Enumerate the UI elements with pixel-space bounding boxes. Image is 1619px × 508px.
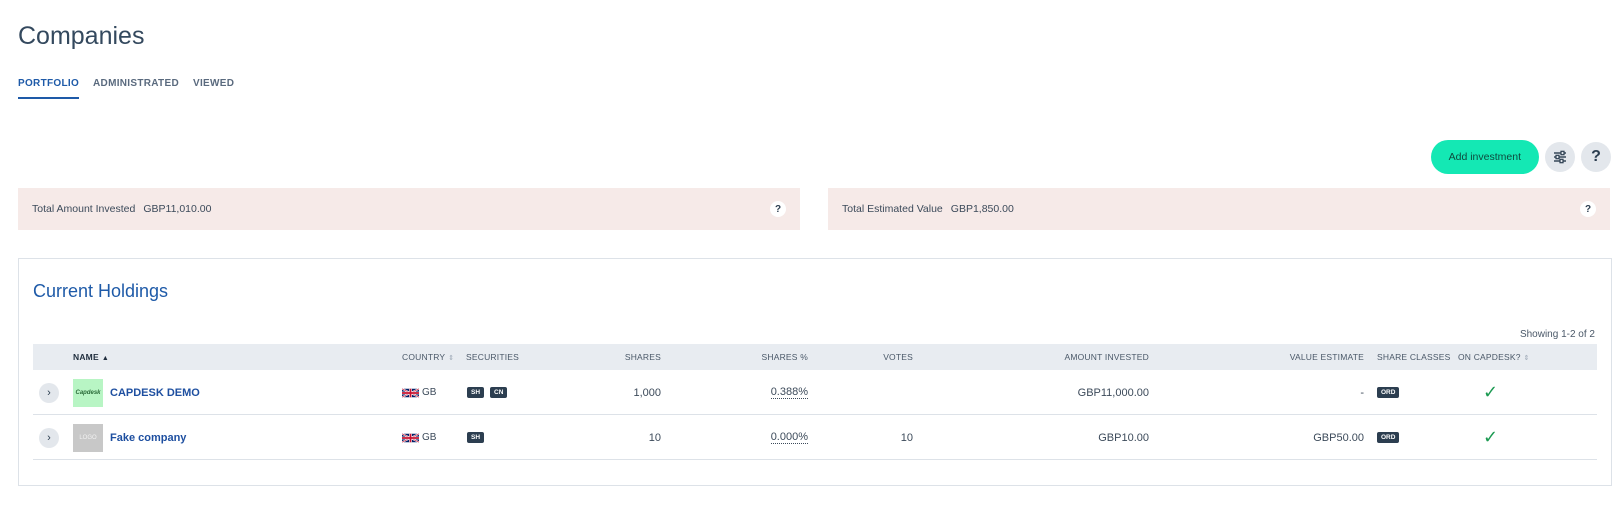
- tab-portfolio[interactable]: PORTFOLIO: [18, 76, 80, 99]
- help-button[interactable]: ?: [1581, 142, 1611, 172]
- column-on-capdesk[interactable]: ON CAPDESK? ⇕: [1458, 352, 1530, 362]
- votes-value: [823, 370, 913, 415]
- amount-invested-value: GBP10.00: [1098, 431, 1149, 444]
- tab-bar: PORTFOLIO ADMINISTRATED VIEWED: [18, 76, 248, 99]
- column-share-classes: SHARE CLASSES: [1377, 352, 1451, 362]
- company-logo: LOGO: [73, 423, 103, 452]
- total-invested-label: Total Amount Invested: [32, 203, 136, 215]
- security-badge: SH: [467, 387, 485, 398]
- checkmark-icon: ✓: [1483, 427, 1499, 447]
- column-amount-invested: AMOUNT INVESTED: [1064, 352, 1149, 362]
- column-shares-pct: SHARES %: [761, 352, 808, 362]
- security-badge: SH: [467, 432, 485, 443]
- shares-value: 1,000: [633, 386, 661, 399]
- company-name-link[interactable]: CAPDESK DEMO: [110, 387, 200, 399]
- column-securities: SECURITIES: [466, 352, 520, 362]
- votes-value: 10: [900, 431, 913, 444]
- total-estimated-label: Total Estimated Value: [842, 203, 943, 215]
- company-name-link[interactable]: Fake company: [110, 432, 186, 444]
- total-estimated-panel: Total Estimated Value GBP1,850.00 ?: [828, 188, 1610, 230]
- column-votes: VOTES: [883, 352, 913, 362]
- value-estimate-value: -: [1360, 386, 1364, 399]
- amount-invested-value: GBP11,000.00: [1077, 386, 1149, 399]
- total-estimated-value: GBP1,850.00: [950, 203, 1014, 215]
- help-icon[interactable]: ?: [770, 201, 786, 217]
- page-title: Companies: [18, 22, 145, 50]
- table-row: › Capdesk CAPDESK DEMO GB SH CN 1,000 0.…: [33, 370, 1597, 415]
- holdings-table: NAME ▲ COUNTRY ⇕ SECURITIES SHARES SHARES …: [33, 344, 1597, 460]
- column-name[interactable]: NAME ▲: [73, 352, 109, 362]
- sort-icon: ⇕: [1523, 355, 1530, 362]
- expand-row-button[interactable]: ›: [39, 427, 59, 448]
- sort-icon: ⇕: [448, 355, 455, 362]
- company-logo: Capdesk: [73, 378, 103, 407]
- share-class-badge: ORD: [1377, 387, 1400, 398]
- shares-pct-value[interactable]: 0.388%: [770, 386, 808, 399]
- tab-viewed[interactable]: VIEWED: [193, 76, 234, 99]
- checkmark-icon: ✓: [1483, 382, 1499, 402]
- total-invested-panel: Total Amount Invested GBP11,010.00 ?: [18, 188, 800, 230]
- uk-flag-icon: [402, 387, 419, 398]
- column-shares: SHARES: [624, 352, 661, 362]
- expand-row-button[interactable]: ›: [39, 382, 59, 403]
- table-row: › LOGO Fake company GB SH 10 0.000% 10 G…: [33, 415, 1597, 460]
- current-holdings-card: Current Holdings Showing 1-2 of 2 NAME ▲ …: [18, 258, 1612, 486]
- sliders-icon: [1554, 150, 1566, 164]
- shares-pct-value[interactable]: 0.000%: [770, 431, 808, 444]
- uk-flag-icon: [402, 432, 419, 443]
- table-header: NAME ▲ COUNTRY ⇕ SECURITIES SHARES SHARES …: [33, 344, 1597, 370]
- sort-asc-icon: ▲: [101, 355, 109, 362]
- filter-settings-button[interactable]: [1545, 142, 1575, 172]
- pagination-summary: Showing 1-2 of 2: [1519, 329, 1595, 340]
- country-code: GB: [422, 387, 437, 398]
- column-value-estimate: VALUE ESTIMATE: [1289, 352, 1364, 362]
- total-invested-value: GBP11,010.00: [143, 203, 212, 215]
- help-icon[interactable]: ?: [1580, 201, 1596, 217]
- add-investment-button[interactable]: Add investment: [1430, 140, 1539, 174]
- country-code: GB: [422, 432, 437, 443]
- column-country[interactable]: COUNTRY ⇕: [402, 352, 454, 362]
- current-holdings-title: Current Holdings: [33, 281, 169, 301]
- value-estimate-value: GBP50.00: [1313, 431, 1364, 444]
- toolbar: Add investment ?: [1430, 140, 1611, 174]
- share-class-badge: ORD: [1377, 432, 1400, 443]
- tab-administrated[interactable]: ADMINISTRATED: [93, 76, 179, 99]
- security-badge: CN: [490, 387, 508, 398]
- shares-value: 10: [648, 431, 661, 444]
